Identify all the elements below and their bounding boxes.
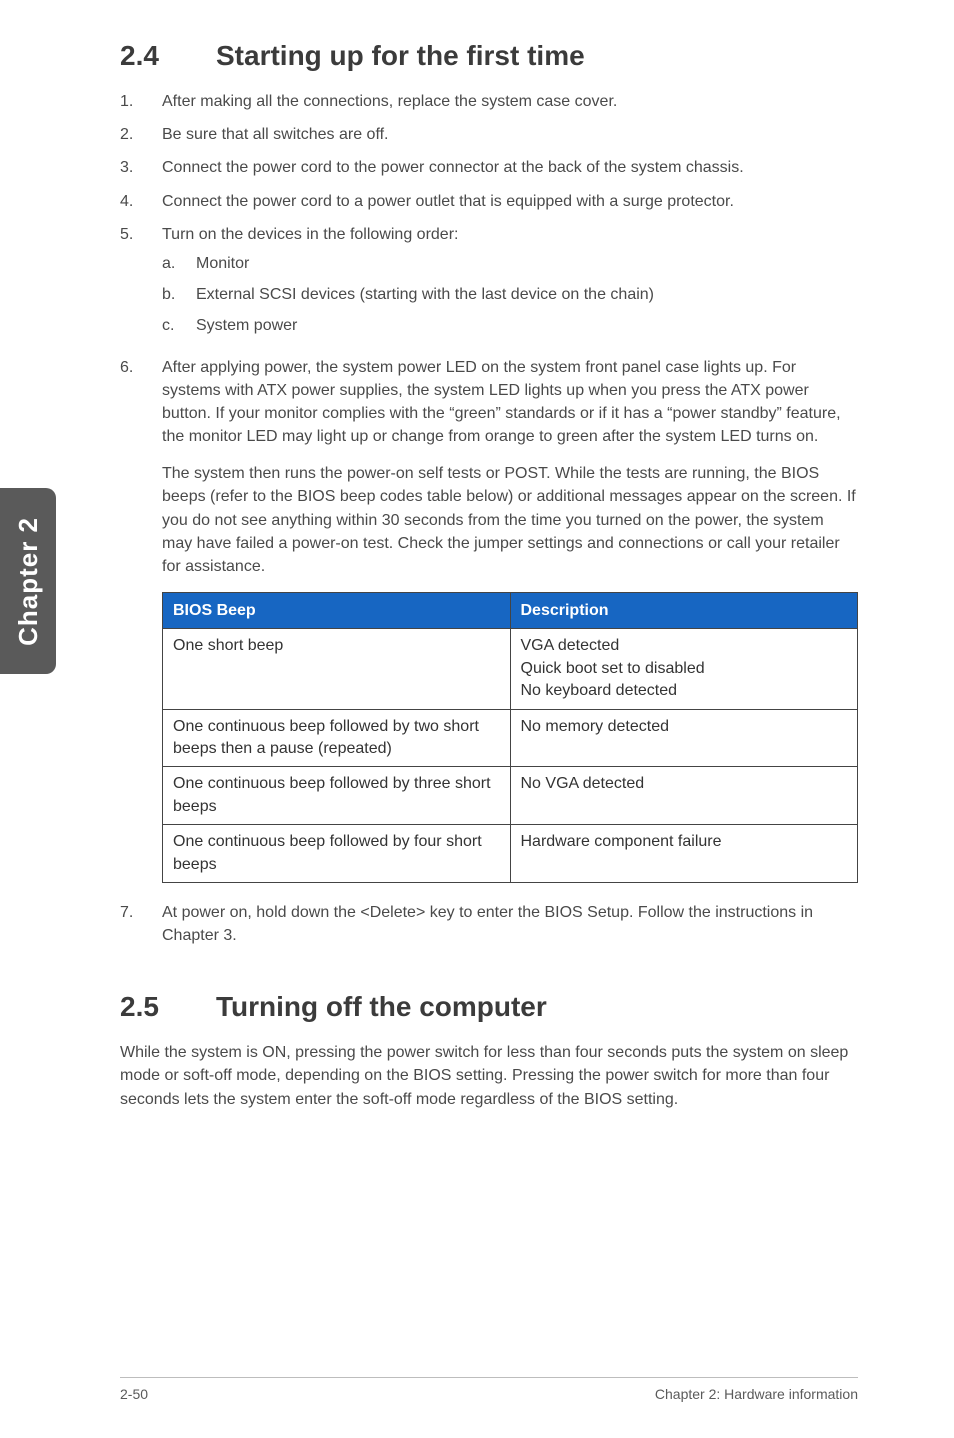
- list-item-text: Connect the power cord to the power conn…: [162, 156, 858, 179]
- list-item-text: At power on, hold down the <Delete> key …: [162, 901, 858, 947]
- list-item: 7. At power on, hold down the <Delete> k…: [120, 901, 858, 947]
- list-item-text: After applying power, the system power L…: [162, 356, 858, 891]
- section-2-4-title: Starting up for the first time: [216, 40, 585, 71]
- bios-beep-table: BIOS Beep Description One short beep VGA…: [162, 592, 858, 883]
- chapter-side-tab-label: Chapter 2: [13, 517, 44, 646]
- list-item: b. External SCSI devices (starting with …: [162, 283, 858, 306]
- footer-row: 2-50 Chapter 2: Hardware information: [120, 1386, 858, 1402]
- ordered-steps: 1. After making all the connections, rep…: [120, 90, 858, 947]
- list-item: 5. Turn on the devices in the following …: [120, 223, 858, 346]
- step6-paragraph-a: After applying power, the system power L…: [162, 356, 858, 449]
- table-row: One continuous beep followed by three sh…: [163, 767, 858, 825]
- list-item-text: Be sure that all switches are off.: [162, 123, 858, 146]
- step6-paragraph-b: The system then runs the power-on self t…: [162, 462, 858, 578]
- list-item-number: 2.: [120, 123, 162, 146]
- list-item: 4. Connect the power cord to a power out…: [120, 190, 858, 213]
- list-item: 3. Connect the power cord to the power c…: [120, 156, 858, 179]
- table-cell: VGA detected Quick boot set to disabled …: [510, 629, 858, 709]
- sublist-text: External SCSI devices (starting with the…: [196, 283, 654, 306]
- list-item: c. System power: [162, 314, 858, 337]
- list-item-number: 7.: [120, 901, 162, 947]
- list-item-number: 6.: [120, 356, 162, 891]
- list-item-number: 5.: [120, 223, 162, 346]
- list-item-number: 1.: [120, 90, 162, 113]
- list-item: 6. After applying power, the system powe…: [120, 356, 858, 891]
- sublist-text: System power: [196, 314, 297, 337]
- list-item-text: Turn on the devices in the following ord…: [162, 223, 858, 346]
- sublist-letter: c.: [162, 314, 196, 337]
- table-row: One continuous beep followed by four sho…: [163, 825, 858, 883]
- table-cell: No VGA detected: [510, 767, 858, 825]
- section-2-5-title: Turning off the computer: [216, 991, 547, 1022]
- page-footer: 2-50 Chapter 2: Hardware information: [120, 1377, 858, 1402]
- list-item-text: Connect the power cord to a power outlet…: [162, 190, 858, 213]
- section-2-5-number: 2.5: [120, 991, 216, 1023]
- table-cell: One continuous beep followed by three sh…: [163, 767, 511, 825]
- table-cell: Hardware component failure: [510, 825, 858, 883]
- list-item: 2. Be sure that all switches are off.: [120, 123, 858, 146]
- table-row: One continuous beep followed by two shor…: [163, 709, 858, 767]
- section-2-5: 2.5Turning off the computer While the sy…: [120, 991, 858, 1111]
- table-cell: One short beep: [163, 629, 511, 709]
- page-content: 2.4Starting up for the first time 1. Aft…: [0, 0, 954, 1111]
- table-cell: One continuous beep followed by two shor…: [163, 709, 511, 767]
- list-item-text-inner: Turn on the devices in the following ord…: [162, 226, 458, 243]
- sublist-letter: b.: [162, 283, 196, 306]
- chapter-side-tab: Chapter 2: [0, 488, 56, 674]
- footer-chapter-label: Chapter 2: Hardware information: [655, 1386, 858, 1402]
- sublist-text: Monitor: [196, 252, 249, 275]
- table-header-beep: BIOS Beep: [163, 593, 511, 629]
- footer-divider: [120, 1377, 858, 1378]
- sub-ordered-steps: a. Monitor b. External SCSI devices (sta…: [162, 252, 858, 338]
- list-item-text: After making all the connections, replac…: [162, 90, 858, 113]
- table-cell: No memory detected: [510, 709, 858, 767]
- section-2-4-number: 2.4: [120, 40, 216, 72]
- table-cell: One continuous beep followed by four sho…: [163, 825, 511, 883]
- list-item: 1. After making all the connections, rep…: [120, 90, 858, 113]
- sublist-letter: a.: [162, 252, 196, 275]
- table-header-description: Description: [510, 593, 858, 629]
- section-2-4-heading: 2.4Starting up for the first time: [120, 40, 858, 72]
- table-row: One short beep VGA detected Quick boot s…: [163, 629, 858, 709]
- list-item-number: 3.: [120, 156, 162, 179]
- list-item: a. Monitor: [162, 252, 858, 275]
- section-2-5-heading: 2.5Turning off the computer: [120, 991, 858, 1023]
- section-2-5-body: While the system is ON, pressing the pow…: [120, 1041, 858, 1111]
- page-number: 2-50: [120, 1386, 148, 1402]
- list-item-number: 4.: [120, 190, 162, 213]
